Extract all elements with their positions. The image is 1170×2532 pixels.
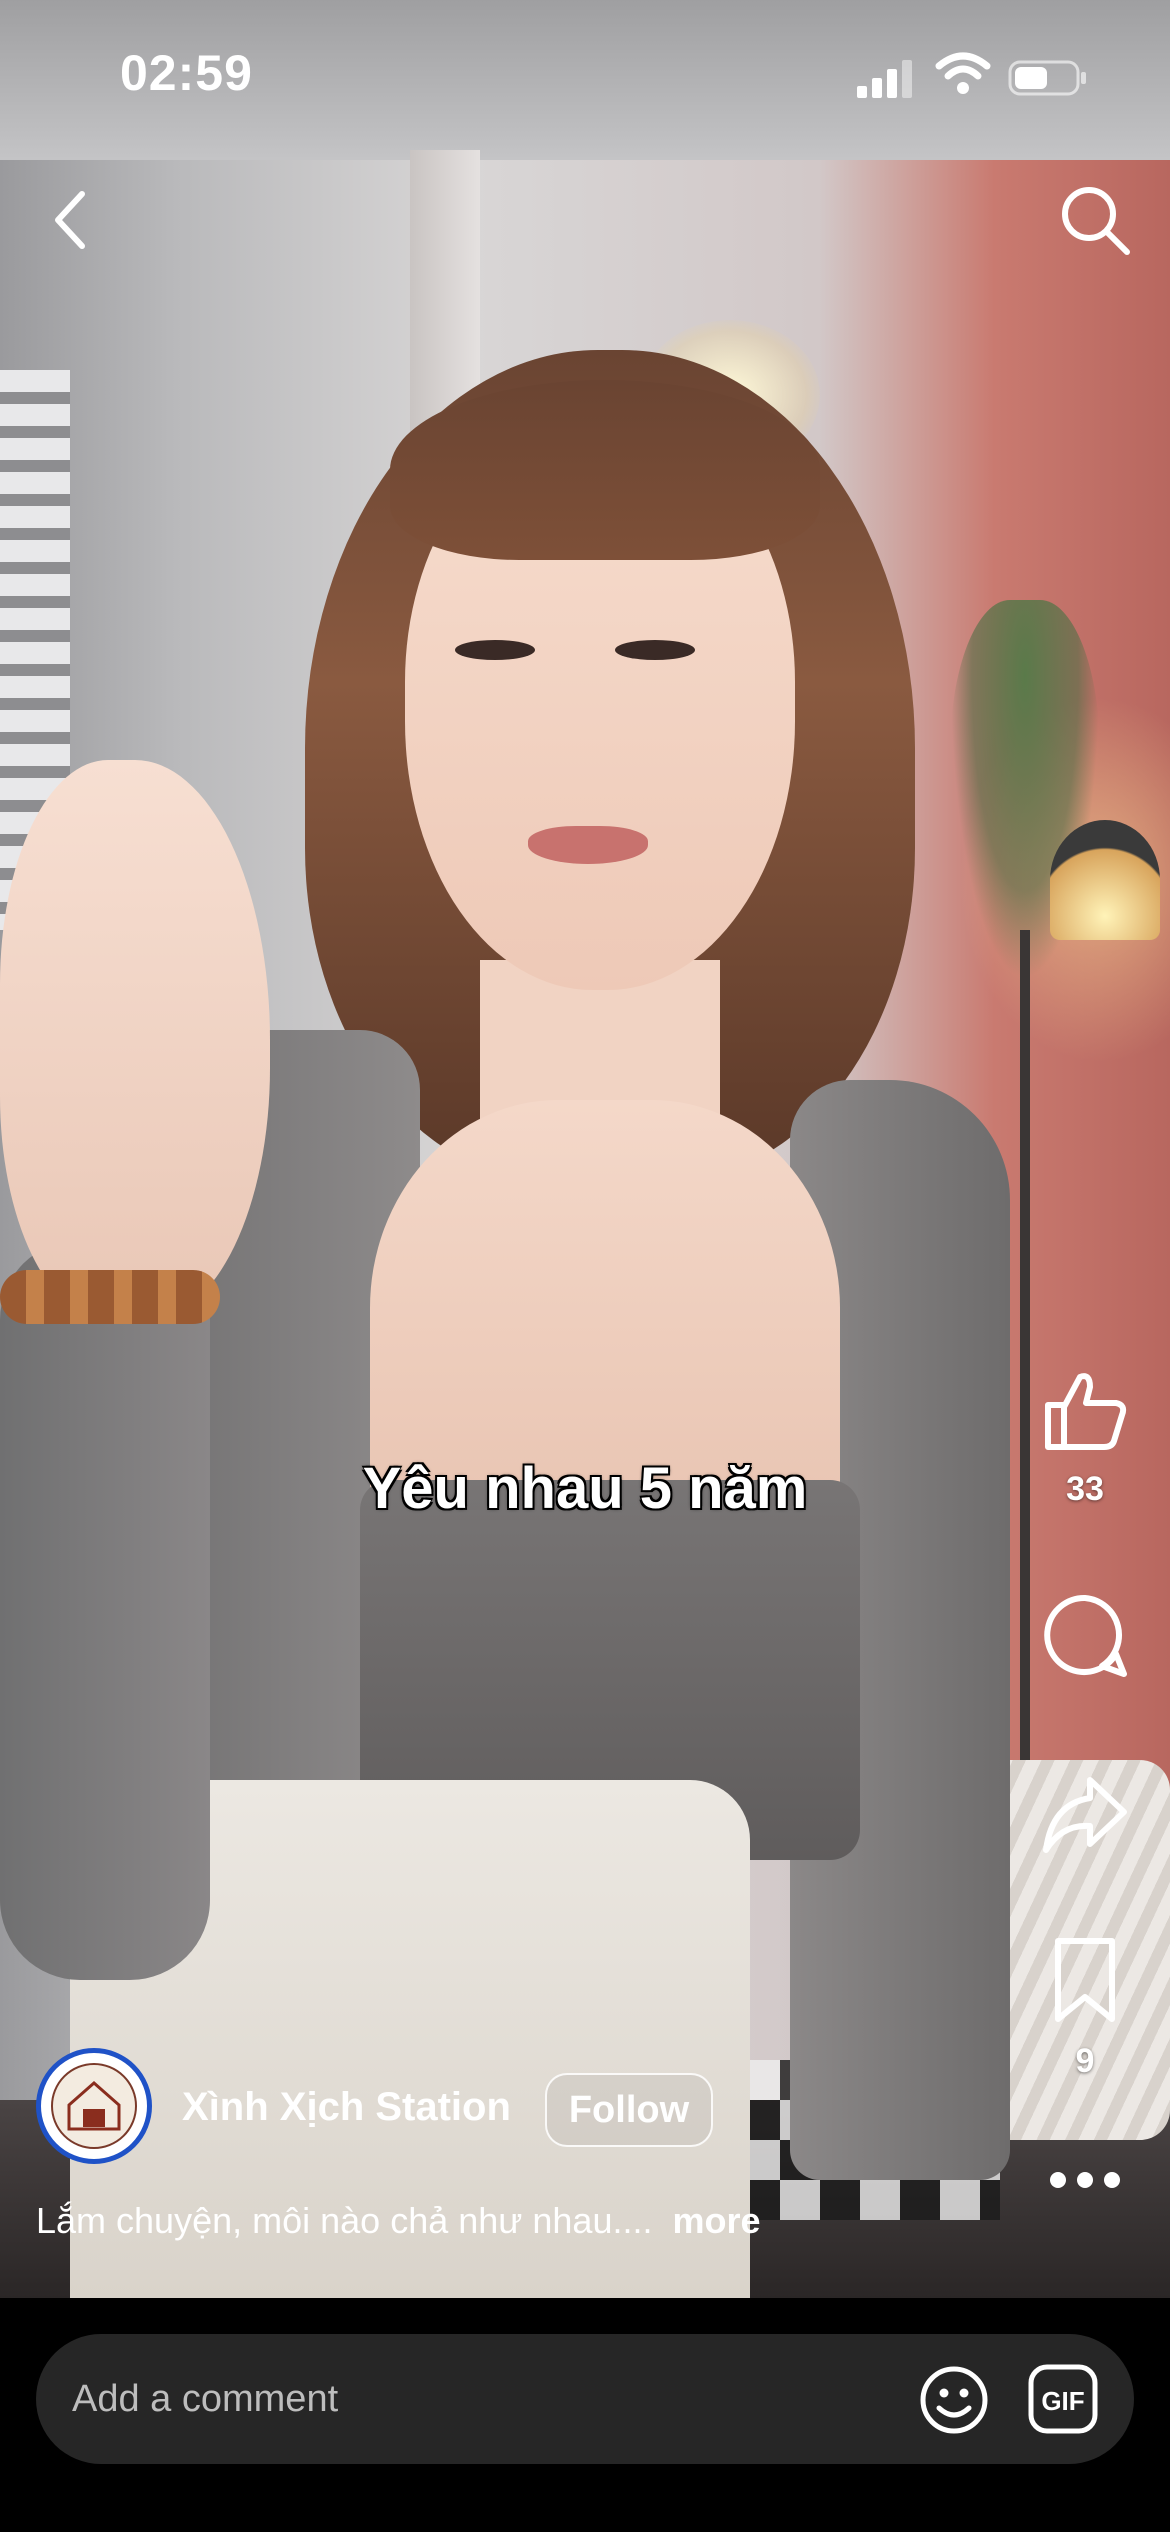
search-icon[interactable] [1055, 180, 1135, 260]
status-bar: 02:59 [0, 0, 1170, 150]
mouth [528, 826, 648, 864]
post-caption[interactable]: Lắm chuyện, môi nào chả như nhau.... mor… [36, 2200, 761, 2242]
bangs [390, 380, 820, 560]
gif-icon[interactable]: GIF [1028, 2364, 1098, 2434]
status-time: 02:59 [120, 45, 253, 101]
video-player[interactable] [0, 0, 1170, 2298]
avatar-logo [51, 2063, 137, 2149]
follow-button[interactable]: Follow [545, 2073, 713, 2147]
author-username[interactable]: Xình Xịch Station [182, 2085, 511, 2130]
caption-text: Lắm chuyện, môi nào chả như nhau.... [36, 2200, 653, 2241]
comment-icon[interactable] [1040, 1590, 1130, 1680]
bookmark-icon[interactable] [1040, 1935, 1130, 2025]
author-avatar[interactable] [36, 2048, 152, 2164]
caption-more-link[interactable]: more [673, 2200, 761, 2241]
house-logo-icon [67, 2081, 121, 2131]
signal-icon [857, 60, 912, 98]
more-icon[interactable] [1040, 2150, 1130, 2240]
like-icon[interactable] [1040, 1365, 1130, 1455]
share-icon[interactable] [1040, 1770, 1130, 1860]
back-icon[interactable] [40, 180, 104, 260]
eye-left [455, 640, 535, 660]
battery-icon [1008, 60, 1086, 96]
wifi-icon [935, 52, 991, 94]
comment-placeholder: Add a comment [72, 2378, 339, 2420]
like-count: 33 [1066, 1470, 1104, 1508]
hand [0, 760, 270, 1320]
eye-right [615, 640, 695, 660]
video-overlay-text: Yêu nhau 5 năm [362, 1456, 808, 1521]
video-person [0, 0, 1170, 2298]
save-count: 9 [1075, 2042, 1095, 2080]
arm [0, 1240, 210, 1980]
emoji-icon[interactable] [918, 2364, 990, 2436]
bracelet [0, 1270, 220, 1324]
gif-label: GIF [1041, 2386, 1084, 2416]
